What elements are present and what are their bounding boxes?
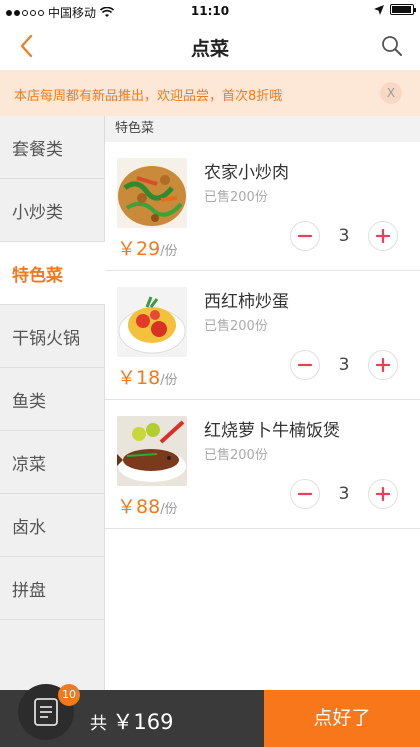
sidebar-item-label: 套餐类 (12, 139, 63, 160)
sidebar-item-platter[interactable]: 拼盘 (0, 557, 104, 620)
section-header: 特色菜 (105, 116, 420, 142)
sidebar-item-label: 干锅火锅 (12, 328, 80, 349)
price-unit: /份 (160, 373, 178, 388)
quantity-stepper: 3 (290, 221, 398, 251)
price-unit: /份 (160, 244, 178, 259)
dish-item: 红烧萝卜牛楠饭煲 已售200份 ￥88/份 3 (105, 400, 420, 529)
stir-fried-pork-photo (117, 158, 187, 228)
sidebar-item-label: 鱼类 (12, 391, 46, 412)
dish-price: ￥29/份 (117, 234, 178, 261)
notice-text: 本店每周都有新品推出，欢迎品尝，首次8折哦 (14, 89, 283, 104)
search-button[interactable] (376, 30, 408, 62)
quantity-value: 3 (338, 226, 350, 246)
plus-icon (376, 487, 390, 501)
promo-notice: 本店每周都有新品推出，欢迎品尝，首次8折哦 X (0, 70, 420, 116)
price-value: ￥18 (117, 367, 161, 389)
dish-name: 红烧萝卜牛楠饭煲 (204, 421, 340, 441)
quantity-value: 3 (338, 484, 350, 504)
increase-button[interactable] (368, 221, 398, 251)
sidebar-item-braised[interactable]: 卤水 (0, 494, 104, 557)
sidebar-item-label: 凉菜 (12, 454, 46, 475)
page-title: 点菜 (190, 38, 229, 60)
status-time: 11:10 (190, 4, 230, 18)
total-amount: ￥169 (112, 710, 174, 734)
braised-fish-photo (117, 416, 187, 486)
increase-button[interactable] (368, 350, 398, 380)
price-unit: /份 (160, 502, 178, 517)
order-list-icon (34, 698, 58, 726)
sidebar-item-label: 特色菜 (12, 265, 63, 286)
sidebar-item-set-meals[interactable]: 套餐类 (0, 116, 104, 179)
dish-sold-count: 已售200份 (204, 448, 268, 463)
battery-fill (392, 6, 411, 13)
decrease-button[interactable] (290, 479, 320, 509)
nav-bar: 点菜 (0, 22, 420, 70)
battery-icon (390, 4, 416, 15)
increase-button[interactable] (368, 479, 398, 509)
sidebar-item-fish[interactable]: 鱼类 (0, 368, 104, 431)
dish-price: ￥18/份 (117, 363, 178, 390)
total-label: 共 (90, 714, 107, 734)
dish-sold-count: 已售200份 (204, 190, 268, 205)
sidebar-item-specialties[interactable]: 特色菜 (0, 242, 106, 305)
quantity-stepper: 3 (290, 350, 398, 380)
quantity-stepper: 3 (290, 479, 398, 509)
cart-total: 共 ￥169 (90, 706, 174, 736)
minus-icon (298, 363, 312, 367)
tomato-egg-photo (117, 287, 187, 357)
sidebar-item-label: 拼盘 (12, 580, 46, 601)
location-arrow-icon (374, 4, 384, 15)
price-value: ￥29 (117, 238, 161, 260)
status-right (374, 4, 416, 15)
sidebar-item-label: 卤水 (12, 517, 46, 538)
quantity-value: 3 (338, 355, 350, 375)
dish-item: 农家小炒肉 已售200份 ￥29/份 3 (105, 142, 420, 271)
search-icon (382, 36, 402, 56)
decrease-button[interactable] (290, 350, 320, 380)
price-value: ￥88 (117, 496, 161, 518)
sidebar-item-label: 小炒类 (12, 202, 63, 223)
plus-icon (376, 358, 390, 372)
minus-icon (298, 234, 312, 238)
dish-price: ￥88/份 (117, 492, 178, 519)
cart-count-badge: 10 (58, 684, 80, 706)
dish-name: 农家小炒肉 (204, 163, 289, 183)
plus-icon (376, 229, 390, 243)
sidebar-item-stir-fry[interactable]: 小炒类 (0, 179, 104, 242)
notice-close-button[interactable]: X (380, 82, 402, 104)
dish-list: 特色菜 农家小炒肉 已售200份 ￥29/份 3 西红柿炒蛋 已售200份 ￥1… (105, 116, 420, 690)
category-sidebar: 套餐类 小炒类 特色菜 干锅火锅 鱼类 凉菜 卤水 拼盘 (0, 116, 106, 690)
dish-sold-count: 已售200份 (204, 319, 268, 334)
decrease-button[interactable] (290, 221, 320, 251)
cart-bar: 10 共 ￥169 点好了 (0, 684, 420, 747)
dish-item: 西红柿炒蛋 已售200份 ￥18/份 3 (105, 271, 420, 400)
dish-name: 西红柿炒蛋 (204, 292, 289, 312)
status-bar: 中国移动 11:10 (0, 0, 420, 22)
sidebar-item-dry-pot[interactable]: 干锅火锅 (0, 305, 104, 368)
minus-icon (298, 492, 312, 496)
submit-order-button[interactable]: 点好了 (264, 690, 420, 747)
sidebar-item-cold-dishes[interactable]: 凉菜 (0, 431, 104, 494)
